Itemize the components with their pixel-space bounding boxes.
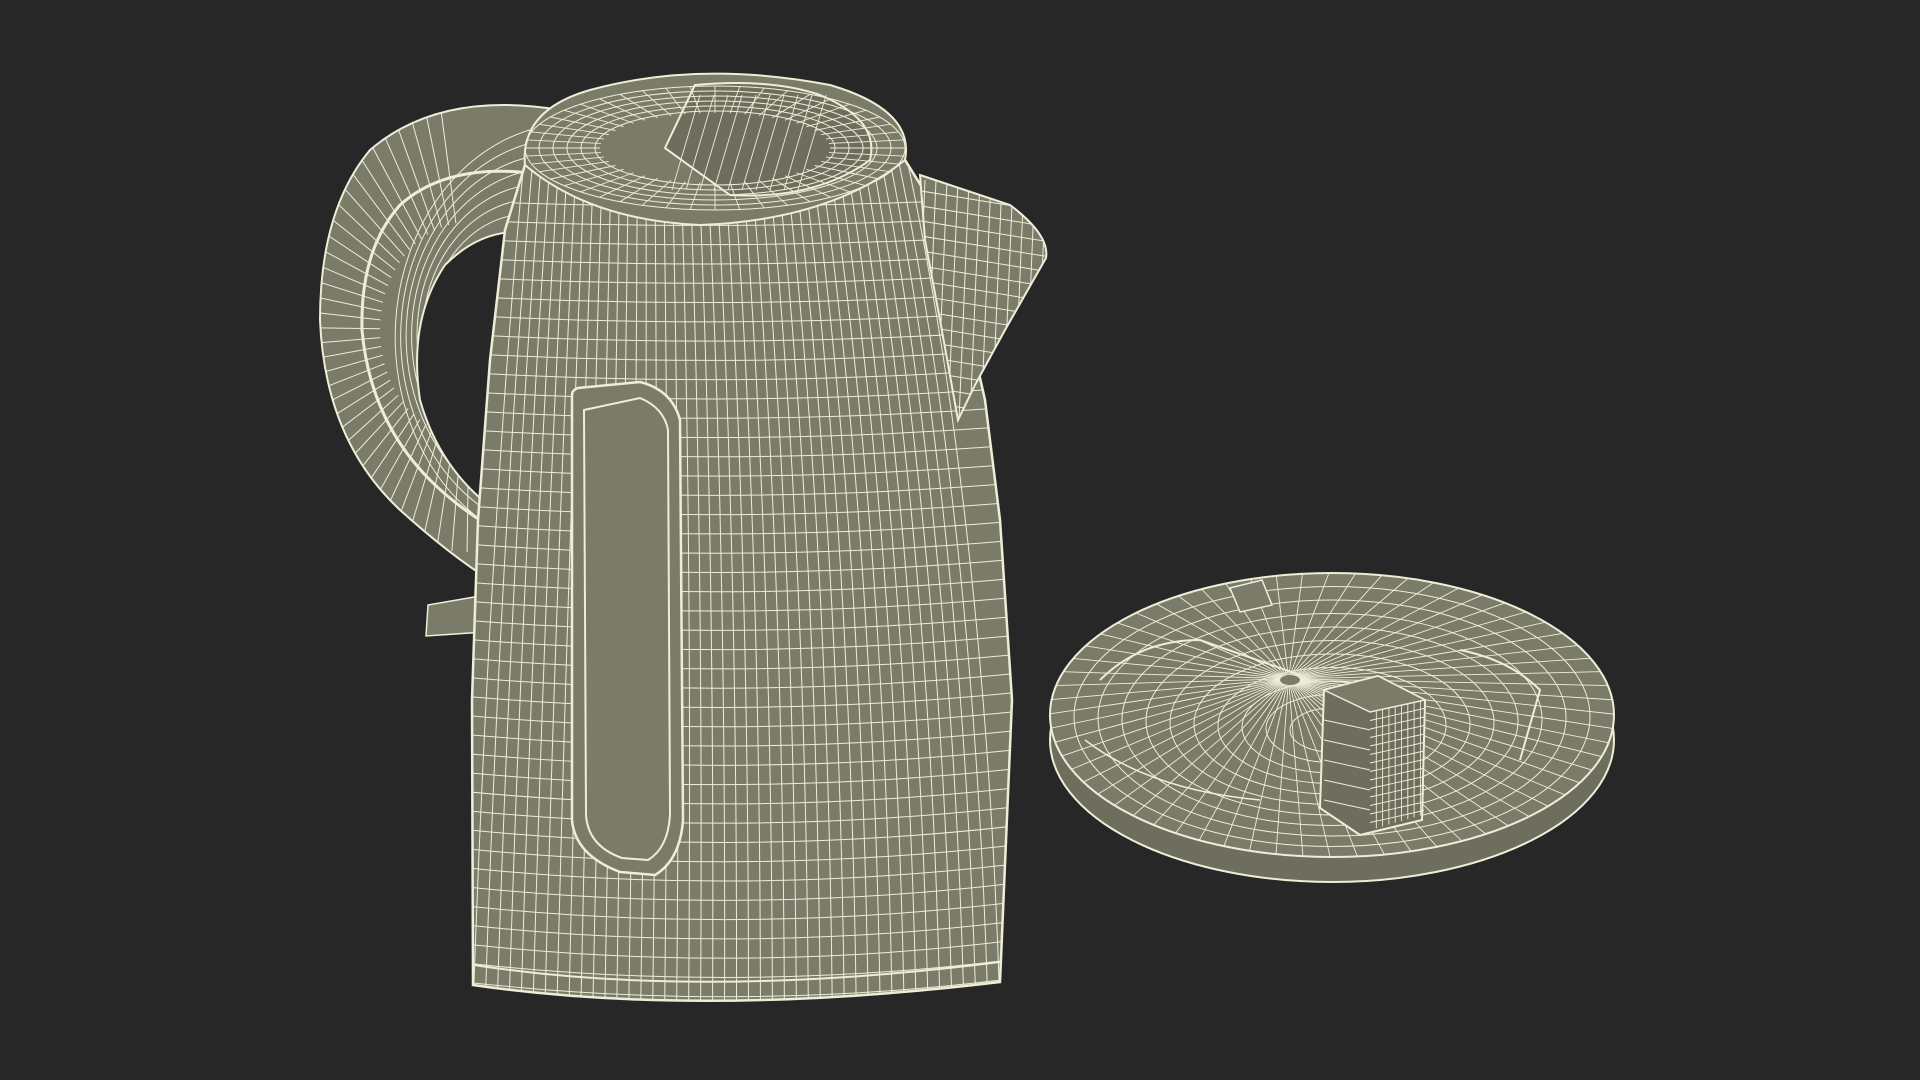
wire-edge	[1024, 179, 1036, 420]
kettle-lid	[1049, 572, 1615, 883]
wireframe-scene	[318, 72, 1615, 1003]
viewport	[0, 0, 1920, 1080]
kettle-window-strip	[570, 380, 685, 877]
wire-edge	[1035, 179, 1047, 420]
